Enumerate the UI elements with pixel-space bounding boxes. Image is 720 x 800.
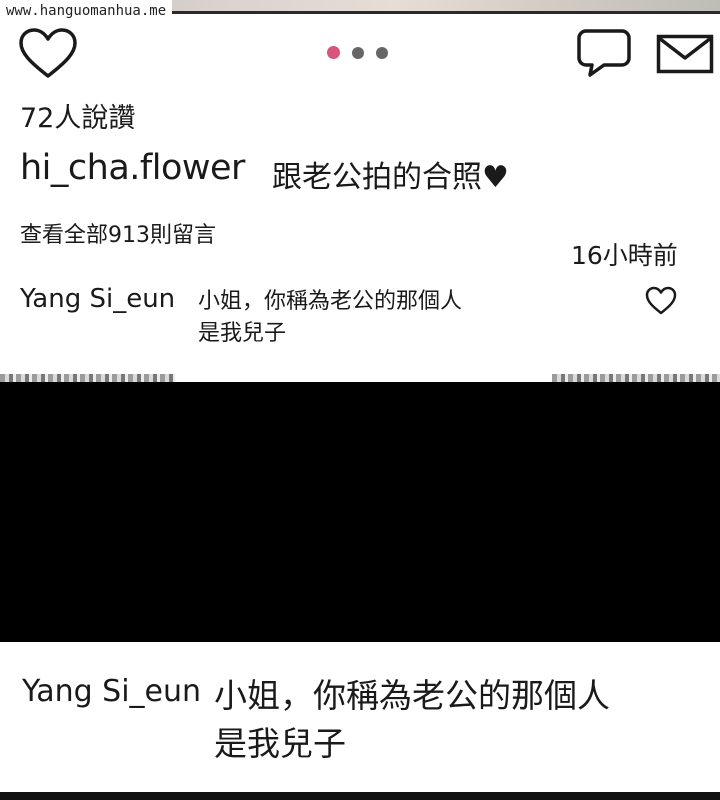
view-all-comments-link[interactable]: 查看全部913則留言	[20, 217, 216, 249]
comment-text-line: 小姐，你稱為老公的那個人	[198, 289, 463, 314]
carousel-dots[interactable]	[327, 46, 388, 59]
comment-username[interactable]: Yang Si_eun	[20, 284, 175, 314]
bottom-divider	[0, 792, 720, 800]
comment-text-line: 是我兒子	[198, 321, 287, 346]
black-panel	[0, 382, 720, 642]
post-caption: 跟老公拍的合照♥	[272, 160, 509, 195]
heart-outline-icon[interactable]	[645, 286, 677, 320]
comment-text: 小姐，你稱為老公的那個人 是我兒子	[198, 286, 462, 350]
post-timestamp: 16小時前	[571, 241, 678, 270]
zoomed-comment-line: 小姐，你稱為老公的那個人	[214, 676, 610, 715]
carousel-dot-active[interactable]	[327, 46, 340, 59]
carousel-dot[interactable]	[352, 47, 364, 59]
post-username[interactable]: hi_cha.flower	[20, 148, 245, 188]
likes-count[interactable]: 72人說讚	[20, 96, 135, 135]
zoomed-comment-line: 是我兒子	[214, 724, 346, 763]
heart-outline-icon[interactable]	[18, 28, 78, 84]
carousel-dot[interactable]	[376, 47, 388, 59]
envelope-icon[interactable]	[656, 34, 714, 78]
speech-bubble-icon[interactable]	[576, 28, 632, 82]
watermark: www.hanguomanhua.me	[0, 0, 173, 22]
zoomed-comment-text: 小姐，你稱為老公的那個人 是我兒子	[214, 672, 610, 768]
zoomed-comment-username: Yang Si_eun	[22, 674, 202, 709]
